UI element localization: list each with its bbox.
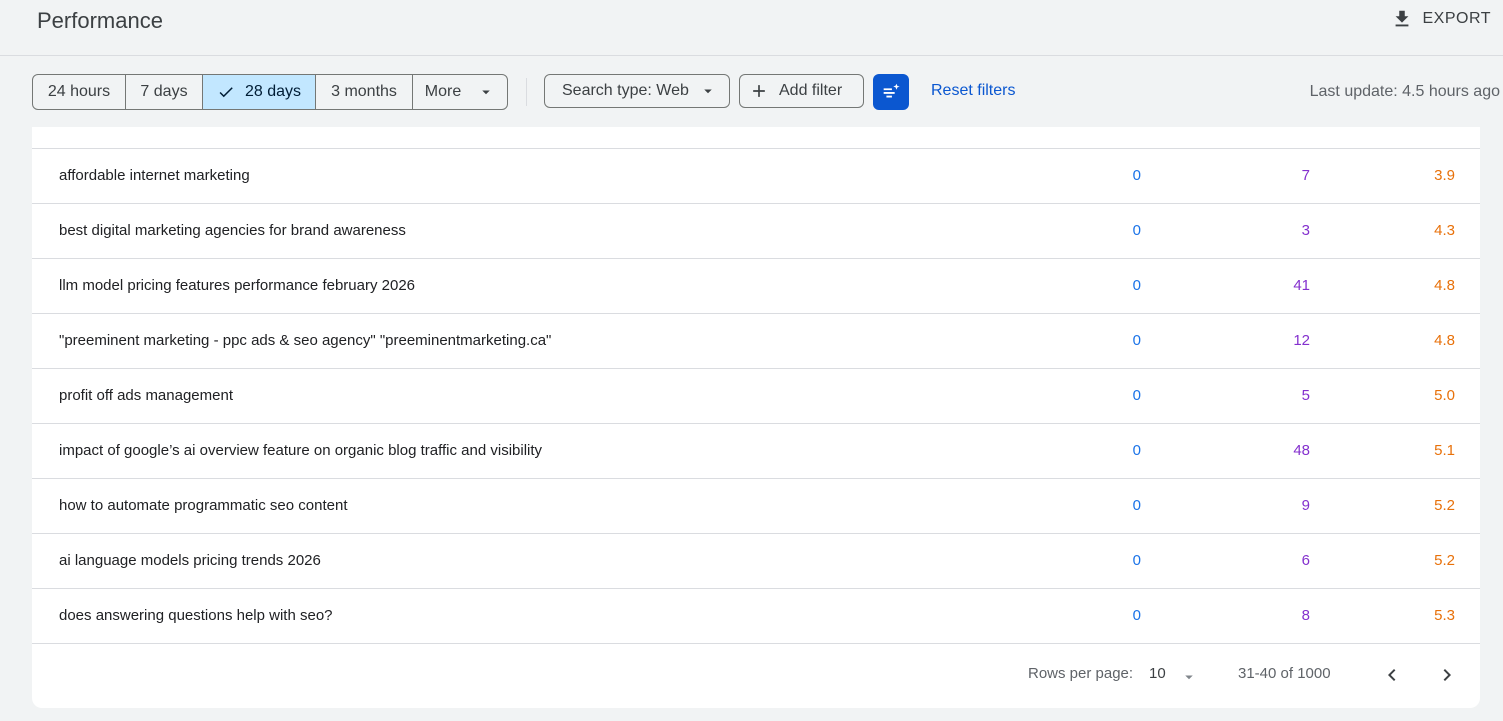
clicks-cell: 0: [1132, 442, 1141, 459]
table-row[interactable]: llm model pricing features performance f…: [32, 259, 1480, 314]
date-range-label: 3 months: [331, 83, 397, 100]
query-cell: best digital marketing agencies for bran…: [59, 222, 406, 239]
query-cell: ai language models pricing trends 2026: [59, 552, 321, 569]
date-range-3-months[interactable]: 3 months: [316, 75, 413, 109]
table-row[interactable]: best digital marketing agencies for bran…: [32, 204, 1480, 259]
clicks-cell: 0: [1132, 552, 1141, 569]
date-range-28-days[interactable]: 28 days: [203, 75, 316, 109]
position-cell: 4.8: [1434, 277, 1455, 294]
page-title: Performance: [37, 8, 163, 33]
table-row[interactable]: does answering questions help with seo? …: [32, 589, 1480, 644]
rows-per-page-label: Rows per page:: [1028, 665, 1134, 682]
download-icon: [1395, 10, 1408, 27]
filter-toolbar: 24 hours 7 days 28 days 3 months More Se…: [32, 74, 1503, 110]
rows-per-page-select[interactable]: 10: [1149, 665, 1166, 682]
position-cell: 4.3: [1434, 222, 1455, 239]
page-range-text: 31-40 of 1000: [1238, 665, 1331, 682]
query-cell: how to automate programmatic seo content: [59, 497, 348, 514]
search-type-dropdown[interactable]: Search type: Web: [544, 74, 730, 108]
search-type-label: Search type: Web: [562, 82, 689, 99]
query-cell: impact of google’s ai overview feature o…: [59, 442, 543, 459]
date-range-label: 24 hours: [47, 83, 111, 100]
query-cell: does answering questions help with seo?: [59, 607, 333, 624]
table-row[interactable]: affordable internet marketing 0 7 3.9: [32, 149, 1480, 204]
clicks-cell: 0: [1132, 497, 1141, 514]
clicks-cell: 0: [1132, 387, 1141, 404]
chevron-left-icon[interactable]: [1380, 663, 1404, 687]
table-row-partial: [32, 127, 1480, 149]
impressions-cell: 6: [1301, 552, 1310, 569]
query-cell: "preeminent marketing - ppc ads & seo ag…: [59, 332, 552, 349]
position-cell: 3.9: [1434, 167, 1455, 184]
query-cell: profit off ads management: [59, 387, 233, 404]
query-cell: affordable internet marketing: [59, 167, 250, 184]
smart-filter-button[interactable]: [873, 74, 909, 110]
table-row[interactable]: how to automate programmatic seo content…: [32, 479, 1480, 534]
table-row[interactable]: "preeminent marketing - ppc ads & seo ag…: [32, 314, 1480, 369]
caret-down-icon[interactable]: [1180, 668, 1198, 686]
clicks-cell: 0: [1132, 167, 1141, 184]
position-cell: 5.1: [1434, 442, 1455, 459]
query-cell: llm model pricing features performance f…: [59, 277, 416, 294]
table-row[interactable]: profit off ads management 0 5 5.0: [32, 369, 1480, 424]
clicks-cell: 0: [1132, 332, 1141, 349]
add-filter-label: Add filter: [779, 82, 843, 99]
date-range-more[interactable]: More: [413, 75, 507, 109]
impressions-cell: 3: [1301, 222, 1310, 239]
add-filter-button[interactable]: Add filter: [739, 74, 864, 108]
export-label: EXPORT: [1422, 10, 1491, 27]
toolbar-divider: [526, 78, 527, 106]
position-cell: 5.2: [1434, 497, 1455, 514]
caret-down-icon: [482, 90, 490, 95]
chevron-right-icon[interactable]: [1435, 663, 1459, 687]
impressions-cell: 9: [1301, 497, 1310, 514]
position-cell: 5.0: [1434, 387, 1455, 404]
date-range-label: 28 days: [244, 83, 302, 100]
date-range-label: 7 days: [140, 83, 188, 100]
filter-sparkle-icon: [883, 83, 900, 98]
page-header: Performance EXPORT: [0, 0, 1503, 56]
export-button[interactable]: EXPORT: [1391, 8, 1492, 30]
impressions-cell: 41: [1293, 277, 1310, 294]
impressions-cell: 48: [1293, 442, 1310, 459]
clicks-cell: 0: [1132, 222, 1141, 239]
date-range-label: More: [424, 83, 462, 100]
clicks-cell: 0: [1132, 607, 1141, 624]
table-row[interactable]: impact of google’s ai overview feature o…: [32, 424, 1480, 479]
date-range-group: 24 hours 7 days 28 days 3 months More: [32, 74, 508, 110]
impressions-cell: 5: [1301, 387, 1310, 404]
clicks-cell: 0: [1132, 277, 1141, 294]
impressions-cell: 12: [1293, 332, 1310, 349]
position-cell: 5.3: [1434, 607, 1455, 624]
position-cell: 4.8: [1434, 332, 1455, 349]
reset-filters-link[interactable]: Reset filters: [931, 82, 1015, 100]
impressions-cell: 8: [1301, 607, 1310, 624]
table-row[interactable]: ai language models pricing trends 2026 0…: [32, 534, 1480, 589]
plus-icon: [753, 85, 765, 97]
queries-table: affordable internet marketing 0 7 3.9 be…: [32, 127, 1480, 708]
last-update-text: Last update: 4.5 hours ago: [1309, 83, 1500, 100]
impressions-cell: 7: [1301, 167, 1310, 184]
caret-down-icon: [704, 89, 712, 94]
position-cell: 5.2: [1434, 552, 1455, 569]
table-pagination: Rows per page: 10 31-40 of 1000: [32, 643, 1480, 708]
check-icon: [219, 87, 233, 98]
date-range-7-days[interactable]: 7 days: [126, 75, 203, 109]
date-range-24-hours[interactable]: 24 hours: [33, 75, 126, 109]
